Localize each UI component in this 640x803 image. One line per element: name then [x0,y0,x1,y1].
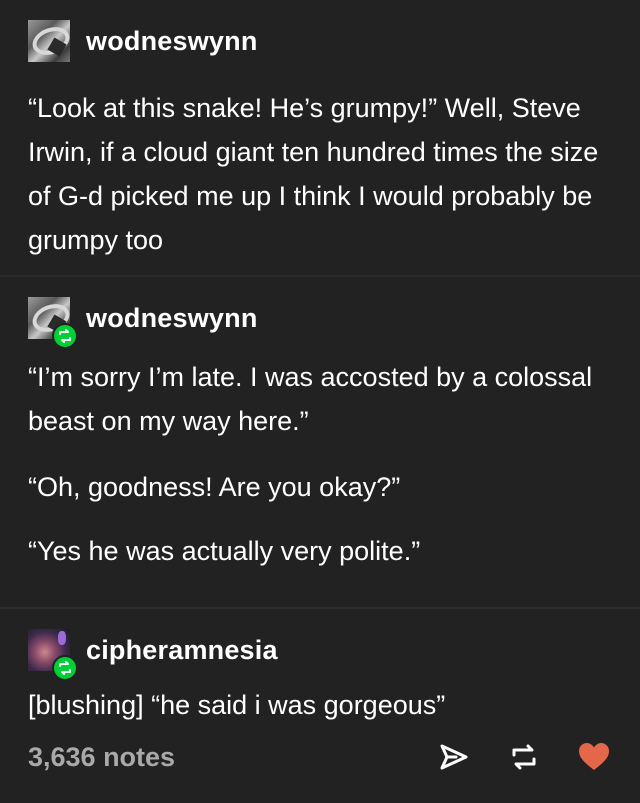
like-icon[interactable] [576,739,612,775]
post-body: [blushing] “he said i was gorgeous” [28,690,446,720]
share-icon[interactable] [436,739,472,775]
post-footer: 3,636 notes [28,735,612,779]
username[interactable]: wodneswynn [86,303,258,334]
username[interactable]: wodneswynn [86,26,258,57]
reblog-badge-icon [52,323,78,349]
reblog-icon[interactable] [506,739,542,775]
post-body-paragraph: “Oh, goodness! Are you okay?” [28,472,401,502]
reblog-badge-icon [52,655,78,681]
notes-count[interactable]: 3,636 notes [28,742,175,773]
username[interactable]: cipheramnesia [86,635,278,666]
snake-avatar-image [28,20,70,62]
post-header: wodneswynn [28,18,612,64]
post-body-paragraph: “I’m sorry I’m late. I was accosted by a… [28,362,593,436]
post-reblog-1: wodneswynn “I’m sorry I’m late. I was ac… [0,277,640,607]
avatar[interactable] [28,297,78,349]
post-reblog-2: cipheramnesia [blushing] “he said i was … [0,609,640,803]
post-body: “Look at this snake! He’s grumpy!” Well,… [28,93,599,255]
post-actions [436,739,612,775]
avatar[interactable] [28,629,78,681]
post-body-paragraph: “Yes he was actually very polite.” [28,536,421,566]
post-original: wodneswynn “Look at this snake! He’s gru… [0,0,640,275]
post-header: cipheramnesia [28,627,612,681]
avatar[interactable] [28,20,70,62]
post-thread: wodneswynn “Look at this snake! He’s gru… [0,0,640,803]
post-header: wodneswynn [28,295,612,349]
